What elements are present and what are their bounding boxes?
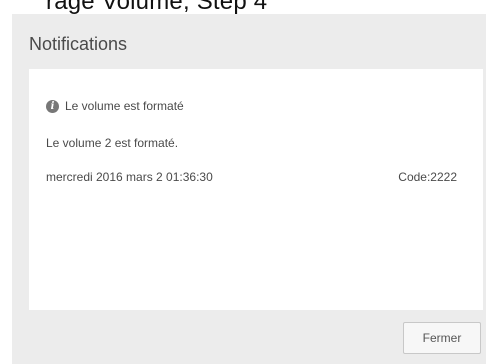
- notification-timestamp: mercredi 2016 mars 2 01:36:30: [46, 170, 213, 184]
- background-page-heading: rage Volume, Step 4: [0, 0, 486, 14]
- dialog-title: Notifications: [29, 34, 128, 54]
- notifications-dialog: Notifications i Le volume est formaté Le…: [12, 14, 486, 364]
- notification-panel: i Le volume est formaté Le volume 2 est …: [29, 69, 483, 310]
- info-icon: i: [46, 99, 59, 113]
- notification-code: Code:2222: [398, 170, 457, 184]
- notification-message: Le volume 2 est formaté.: [46, 136, 179, 150]
- background-heading-text: rage Volume, Step 4: [46, 0, 268, 14]
- notification-title: Le volume est formaté: [65, 99, 184, 113]
- notification-header: i Le volume est formaté: [46, 99, 184, 113]
- close-button[interactable]: Fermer: [403, 322, 481, 354]
